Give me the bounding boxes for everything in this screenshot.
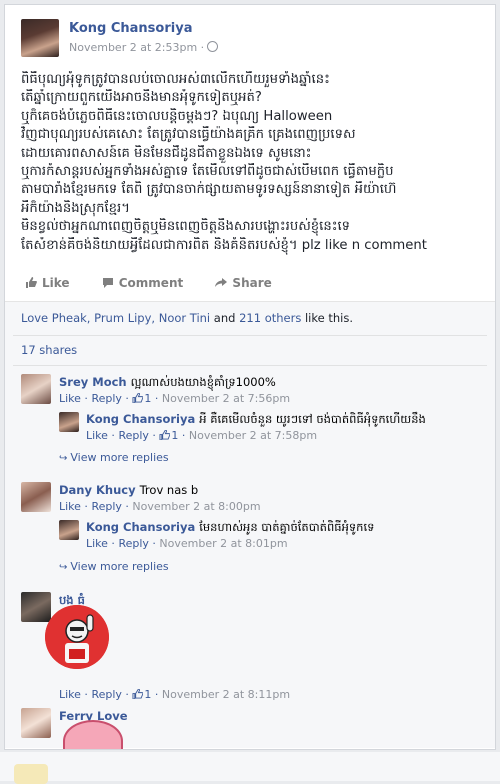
share-button[interactable]: Share <box>215 276 272 290</box>
comment-like-count[interactable]: 1 <box>144 688 151 701</box>
comment-like-link[interactable]: Like <box>59 392 81 405</box>
commenter-avatar[interactable] <box>21 592 51 622</box>
thumbs-up-icon <box>26 277 37 288</box>
reply-body: Kong Chansoriya មែនហាស់អូន បាត់គ្នាច់តែបា… <box>86 520 374 551</box>
commenter-avatar[interactable] <box>21 374 51 404</box>
like-button[interactable]: Like <box>25 276 74 290</box>
post-timestamp[interactable]: November 2 at 2:53pm · <box>69 41 219 54</box>
like-count-icon <box>132 689 144 699</box>
reply-like-count[interactable]: 1 <box>171 429 178 442</box>
globe-icon <box>207 41 219 52</box>
reply-meta: Like · Reply · November 2 at 8:01pm <box>86 537 288 550</box>
replier-name[interactable]: Kong Chansoriya <box>86 520 195 534</box>
reply-text: មែនហាស់អូន បាត់គ្នាច់តែបាត់ពិធីអុំទូកទេ <box>199 520 375 534</box>
post-line: ឬការកំសាន្តរបស់អ្នកទាំងអស់គ្នាទេ តែមើលទៅ… <box>21 164 394 180</box>
divider <box>13 365 487 366</box>
post-line: អីក៏យ៉ាងនិងស្រុកខ្មែរ។ <box>21 200 130 216</box>
like-count-icon <box>159 430 171 440</box>
post-line: ដោយគោរពសាសន៍គេ មិនមែនជីដូនជីតាខ្លួនឯងទេ … <box>21 145 312 161</box>
author-avatar[interactable] <box>21 19 59 57</box>
reply-reply-link[interactable]: Reply <box>118 429 148 442</box>
comment-reply-link[interactable]: Reply <box>91 688 121 701</box>
likes-suffix: like this. <box>304 311 353 325</box>
likers-names[interactable]: Love Pheak, Prum Lipy, Noor Tini <box>21 311 210 325</box>
post-line: មិនខ្វល់ថាអ្នកណាពេញចិត្តឬមិនពេញចិត្តនឹងស… <box>21 219 351 235</box>
view-more-label: View more replies <box>70 451 169 464</box>
reply-like-link[interactable]: Like <box>86 429 108 442</box>
share-label: Share <box>232 276 272 290</box>
comment-time[interactable]: November 2 at 8:11pm <box>162 688 290 701</box>
view-more-replies[interactable]: ↪ View more replies <box>59 560 169 573</box>
replier-avatar[interactable] <box>59 520 79 540</box>
reply-text: អី គឺគេមើលចំនួន យូរៗទៅ ចង់បាត់ពិធីអុំទូក… <box>199 412 426 426</box>
post-body: ពិធីបុណ្យអុំទូកត្រូវបានលប់ចោលអស់៣លើកហើយរ… <box>21 71 485 255</box>
comment-like-count[interactable]: 1 <box>144 392 151 405</box>
post-line: ឬក៏គេចង់បំភ្លេចពិធីនេះចោលបន្តិចម្តងៗ? ឯប… <box>21 108 333 124</box>
share-icon <box>215 278 228 287</box>
next-post-preview <box>0 752 500 784</box>
post-line: ពិធីបុណ្យអុំទូកត្រូវបានលប់ចោលអស់៣លើកហើយរ… <box>21 72 330 87</box>
next-post-thumbnail <box>14 764 48 784</box>
comment-label: Comment <box>118 276 184 290</box>
replier-avatar[interactable] <box>59 412 79 432</box>
sticker-image[interactable] <box>45 605 109 669</box>
replier-name[interactable]: Kong Chansoriya <box>86 412 195 426</box>
reply-time[interactable]: November 2 at 7:58pm <box>189 429 317 442</box>
comment-meta: Like · Reply · 1 · November 2 at 8:11pm <box>59 688 291 701</box>
view-more-replies[interactable]: ↪ View more replies <box>59 451 169 464</box>
reply-like-link[interactable]: Like <box>86 537 108 550</box>
post-author-name[interactable]: Kong Chansoriya <box>69 21 192 36</box>
comment-reply-link[interactable]: Reply <box>91 500 121 513</box>
comment-text: ល្អណាស់បងយាងខ្ញុំគាំទ្រ1000% <box>130 375 276 389</box>
post-card: Kong Chansoriya November 2 at 2:53pm · ព… <box>4 4 496 750</box>
commenter-avatar[interactable] <box>21 482 51 512</box>
commenter-name[interactable]: Srey Moch <box>59 375 127 389</box>
comment-text: Trov nas b <box>139 483 199 497</box>
sticker-image[interactable] <box>63 720 123 749</box>
comment-time[interactable]: November 2 at 7:56pm <box>162 392 290 405</box>
reply-meta: Like · Reply · 1 · November 2 at 7:58pm <box>86 429 318 442</box>
likes-summary: Love Pheak, Prum Lipy, Noor Tini and 211… <box>21 311 353 325</box>
like-label: Like <box>42 276 70 290</box>
post-header: Kong Chansoriya November 2 at 2:53pm · <box>21 19 219 59</box>
post-line: តើឆ្នាំក្រោយពួកយើងអាចនឹងមានអុំទូកទៀតឬអត់… <box>21 90 262 106</box>
sticker-character-icon <box>45 605 109 669</box>
comment-like-link[interactable]: Like <box>59 500 81 513</box>
shares-link[interactable]: 17 shares <box>21 343 77 357</box>
view-more-label: View more replies <box>70 560 169 573</box>
like-count-icon <box>132 393 144 403</box>
reply-arrow-icon: ↪ <box>59 453 68 464</box>
likes-and: and <box>213 311 236 325</box>
comment-button[interactable]: Comment <box>102 276 188 290</box>
feedback-section: Love Pheak, Prum Lipy, Noor Tini and 211… <box>5 301 495 749</box>
post-time-text[interactable]: November 2 at 2:53pm · <box>69 41 204 54</box>
comment-meta: Like · Reply · November 2 at 8:00pm <box>59 500 261 513</box>
reply-body: Kong Chansoriya អី គឺគេមើលចំនួន យូរៗទៅ ចង… <box>86 412 426 443</box>
comment-like-link[interactable]: Like <box>59 688 81 701</box>
comment-body: Srey Moch ល្អណាស់បងយាងខ្ញុំគាំទ្រ1000% Li… <box>59 375 290 406</box>
likers-others[interactable]: 211 others <box>239 311 301 325</box>
reply-arrow-icon: ↪ <box>59 562 68 573</box>
post-line: តាមបារាំងខ្មែរមកទេ តែពិ ត្រូវបានចាក់ផ្សា… <box>21 182 397 198</box>
comment-body: Dany Khucy Trov nas b Like · Reply · Nove… <box>59 483 261 514</box>
commenter-avatar[interactable] <box>21 708 51 738</box>
reply-time[interactable]: November 2 at 8:01pm <box>159 537 287 550</box>
comment-meta: Like · Reply · 1 · November 2 at 7:56pm <box>59 392 291 405</box>
comment-icon <box>102 278 113 288</box>
comment-reply-link[interactable]: Reply <box>91 392 121 405</box>
post-line: វិញជាបុណ្យរបស់គេសោះ តែត្រូវបានធ្វើយ៉ាងគគ… <box>21 127 356 143</box>
comment-time[interactable]: November 2 at 8:00pm <box>132 500 260 513</box>
reply-reply-link[interactable]: Reply <box>118 537 148 550</box>
divider <box>13 335 487 336</box>
post-line: តែសំខាន់គឺចង់និយាយអ្វីដែលជាការពិត និងគំន… <box>21 237 427 253</box>
commenter-name[interactable]: Dany Khucy <box>59 483 136 497</box>
post-actions: Like Comment Share <box>25 276 300 290</box>
